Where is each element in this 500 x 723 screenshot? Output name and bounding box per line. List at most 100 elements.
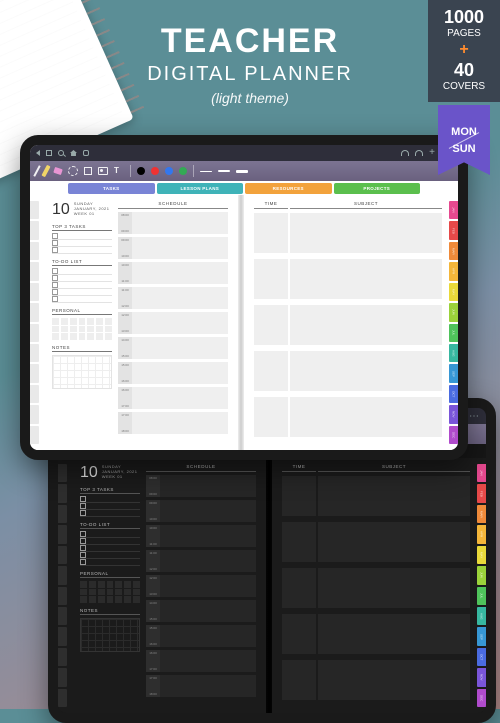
todo-row[interactable] <box>52 296 112 303</box>
month-tab[interactable]: OCT <box>449 385 458 403</box>
schedule-row[interactable]: 17:0018:00 <box>146 675 256 697</box>
schedule-row[interactable]: 17:0018:00 <box>118 412 228 434</box>
grid-icon[interactable] <box>46 150 52 156</box>
schedule-row[interactable]: 11:0012:00 <box>118 287 228 309</box>
section-tab[interactable] <box>58 566 67 584</box>
schedule-row[interactable]: 16:0017:00 <box>118 387 228 409</box>
subject-cell[interactable] <box>318 614 470 654</box>
month-tab[interactable]: NOV <box>449 405 458 423</box>
eraser-tool-icon[interactable] <box>53 167 62 175</box>
section-tab[interactable] <box>30 426 39 444</box>
month-tab[interactable]: JUN <box>449 303 458 321</box>
section-tab[interactable] <box>30 385 39 403</box>
schedule-cell[interactable] <box>160 650 256 672</box>
task-row[interactable] <box>80 503 140 510</box>
subject-cell[interactable] <box>290 351 442 391</box>
section-tab[interactable] <box>30 283 39 301</box>
schedule-row[interactable]: 15:0016:00 <box>146 625 256 647</box>
subject-row[interactable] <box>282 660 470 700</box>
section-tab[interactable] <box>58 668 67 686</box>
page-left[interactable]: 10 SUNDAY JANUARY, 2021 WEEK 01 TOP 3 TA… <box>58 458 266 713</box>
stroke-thin[interactable] <box>200 171 212 172</box>
undo-icon[interactable] <box>401 150 409 156</box>
subject-cell[interactable] <box>290 305 442 345</box>
habit-tracker[interactable] <box>52 318 112 340</box>
month-tab[interactable]: AUG <box>449 344 458 362</box>
schedule-cell[interactable] <box>160 500 256 522</box>
time-cell[interactable] <box>282 660 316 700</box>
schedule-cell[interactable] <box>160 600 256 622</box>
color-blue[interactable] <box>165 167 173 175</box>
schedule-cell[interactable] <box>160 625 256 647</box>
time-cell[interactable] <box>282 568 316 608</box>
task-row[interactable] <box>52 233 112 240</box>
schedule-cell[interactable] <box>160 575 256 597</box>
time-cell[interactable] <box>254 213 288 253</box>
subject-cell[interactable] <box>318 568 470 608</box>
section-tab[interactable] <box>58 689 67 707</box>
section-tab[interactable] <box>58 627 67 645</box>
schedule-row[interactable]: 09:0010:00 <box>118 237 228 259</box>
subject-row[interactable] <box>282 614 470 654</box>
month-tab[interactable]: MAY <box>477 546 486 564</box>
month-tab[interactable]: APR <box>477 525 486 543</box>
schedule-cell[interactable] <box>132 212 228 234</box>
add-icon[interactable]: + <box>429 148 435 158</box>
section-tab[interactable] <box>30 221 39 239</box>
schedule-row[interactable]: 10:0011:00 <box>118 262 228 284</box>
month-tab[interactable]: MAR <box>449 242 458 260</box>
color-green[interactable] <box>179 167 187 175</box>
section-tab[interactable] <box>30 303 39 321</box>
section-tab[interactable] <box>58 464 67 482</box>
more-icon[interactable]: ⋯ <box>469 411 480 422</box>
section-tab[interactable] <box>58 546 67 564</box>
time-cell[interactable] <box>254 305 288 345</box>
search-icon[interactable] <box>58 150 64 156</box>
month-tab[interactable]: MAR <box>477 505 486 523</box>
todo-row[interactable] <box>52 275 112 282</box>
task-row[interactable] <box>52 240 112 247</box>
section-tab[interactable] <box>58 484 67 502</box>
schedule-cell[interactable] <box>132 387 228 409</box>
task-row[interactable] <box>80 496 140 503</box>
highlighter-tool-icon[interactable] <box>41 165 50 177</box>
todo-row[interactable] <box>80 552 140 559</box>
subject-cell[interactable] <box>290 213 442 253</box>
section-tab[interactable] <box>58 587 67 605</box>
nav-tab[interactable]: PROJECTS <box>334 183 421 194</box>
schedule-cell[interactable] <box>132 287 228 309</box>
subject-cell[interactable] <box>290 259 442 299</box>
month-tab[interactable]: JAN <box>477 464 486 482</box>
schedule-row[interactable]: 08:0009:00 <box>146 475 256 497</box>
time-cell[interactable] <box>254 397 288 437</box>
schedule-row[interactable]: 12:0013:00 <box>118 312 228 334</box>
page-left[interactable]: 10 SUNDAY JANUARY, 2021 WEEK 01 TOP 3 TA… <box>30 195 238 450</box>
schedule-row[interactable]: 16:0017:00 <box>146 650 256 672</box>
export-icon[interactable] <box>83 150 89 156</box>
stroke-thick[interactable] <box>236 170 248 173</box>
subject-row[interactable] <box>254 213 442 253</box>
section-tab[interactable] <box>58 505 67 523</box>
subject-row[interactable] <box>282 568 470 608</box>
time-cell[interactable] <box>254 259 288 299</box>
color-red[interactable] <box>151 167 159 175</box>
schedule-cell[interactable] <box>160 550 256 572</box>
schedule-cell[interactable] <box>132 337 228 359</box>
text-tool-icon[interactable]: T <box>114 166 124 176</box>
notes-area[interactable] <box>52 355 112 389</box>
page-right[interactable]: JANFEBMARAPRMAYJUNJULAUGSEPOCTNOVDEC TIM… <box>272 458 486 713</box>
subject-row[interactable] <box>254 305 442 345</box>
section-tab[interactable] <box>58 607 67 625</box>
todo-row[interactable] <box>52 282 112 289</box>
task-row[interactable] <box>52 247 112 254</box>
task-row[interactable] <box>80 510 140 517</box>
subject-row[interactable] <box>282 522 470 562</box>
pen-tool-icon[interactable] <box>33 165 40 177</box>
month-tab[interactable]: JUL <box>477 587 486 605</box>
subject-row[interactable] <box>254 397 442 437</box>
nav-tab[interactable]: RESOURCES <box>245 183 332 194</box>
todo-row[interactable] <box>52 268 112 275</box>
subject-cell[interactable] <box>318 522 470 562</box>
month-tab[interactable]: SEP <box>477 627 486 645</box>
schedule-row[interactable]: 14:0015:00 <box>146 600 256 622</box>
